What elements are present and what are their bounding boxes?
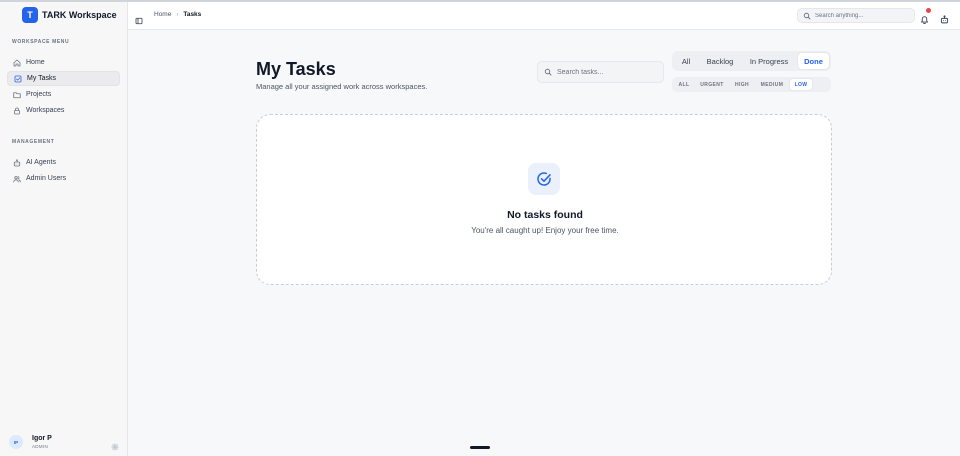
lock-icon: [13, 107, 21, 115]
tab-priority-urgent[interactable]: URGENT: [695, 78, 729, 91]
gear-icon[interactable]: [111, 438, 119, 451]
sidebar-item-ai-agents[interactable]: AI Agents: [7, 155, 120, 170]
sidebar-toggle-icon[interactable]: [135, 12, 143, 25]
user-profile[interactable]: IP Igor P ADMIN: [9, 432, 121, 452]
top-header: Home › Tasks: [128, 2, 960, 30]
user-role: ADMIN: [32, 444, 48, 449]
empty-state-title: No tasks found: [507, 209, 583, 221]
notification-bell-icon[interactable]: [920, 8, 931, 25]
sidebar-item-label: My Tasks: [27, 75, 57, 82]
tab-status-done[interactable]: Done: [797, 52, 830, 70]
sidebar-item-admin-users[interactable]: Admin Users: [7, 171, 120, 186]
sidebar-item-workspaces[interactable]: Workspaces: [7, 103, 120, 118]
empty-state-icon-container: [528, 163, 560, 195]
management-label: MANAGEMENT: [12, 139, 55, 145]
breadcrumb: Home › Tasks: [154, 11, 201, 18]
breadcrumb-separator: ›: [176, 11, 179, 18]
tab-status-all[interactable]: All: [673, 52, 699, 70]
search-icon: [544, 68, 552, 76]
check-circle-icon: [537, 172, 551, 186]
global-search[interactable]: [797, 8, 915, 23]
sidebar-item-home[interactable]: Home: [7, 55, 120, 70]
page-title: My Tasks: [256, 59, 336, 79]
sidebar-item-my-tasks[interactable]: My Tasks: [7, 71, 120, 86]
sidebar-item-label: AI Agents: [26, 159, 56, 166]
task-search[interactable]: [537, 61, 664, 83]
avatar: IP: [9, 435, 23, 449]
page-subtitle: Manage all your assigned work across wor…: [256, 82, 428, 91]
notification-dot: [926, 8, 931, 13]
checkbox-icon: [14, 75, 22, 83]
tab-status-in-progress[interactable]: In Progress: [741, 52, 797, 70]
tab-priority-all[interactable]: ALL: [673, 78, 695, 91]
sidebar-item-label: Workspaces: [26, 107, 65, 114]
sidebar-item-label: Admin Users: [26, 175, 67, 182]
home-indicator: [470, 446, 490, 449]
tab-priority-medium[interactable]: MEDIUM: [755, 78, 789, 91]
status-filter-tabs: All Backlog In Progress Done: [672, 51, 831, 71]
folder-icon: [13, 91, 21, 99]
empty-state-message: You're all caught up! Enjoy your free ti…: [471, 226, 619, 235]
sidebar-item-projects[interactable]: Projects: [7, 87, 120, 102]
home-icon: [13, 59, 21, 67]
global-search-input[interactable]: [815, 12, 910, 19]
breadcrumb-current: Tasks: [183, 11, 202, 18]
empty-state-card: No tasks found You're all caught up! Enj…: [256, 114, 832, 285]
assistant-bot-icon[interactable]: [940, 11, 949, 24]
workspace-menu-label: WORKSPACE MENU: [12, 39, 70, 45]
brand[interactable]: T TARK Workspace: [22, 6, 117, 24]
app-logo: T: [22, 7, 38, 23]
user-name: Igor P: [32, 435, 52, 442]
app-name: TARK Workspace: [42, 10, 117, 20]
priority-filter-tabs: ALL URGENT HIGH MEDIUM LOW: [672, 77, 831, 92]
bot-icon: [13, 158, 21, 167]
users-icon: [13, 175, 21, 183]
search-icon: [803, 12, 811, 19]
sidebar: T TARK Workspace WORKSPACE MENU Home My …: [0, 2, 128, 456]
task-search-input[interactable]: [557, 68, 657, 76]
breadcrumb-home[interactable]: Home: [154, 11, 171, 18]
sidebar-item-label: Projects: [26, 91, 52, 98]
sidebar-item-label: Home: [26, 59, 45, 66]
tab-priority-high[interactable]: HIGH: [729, 78, 755, 91]
tab-priority-low[interactable]: LOW: [789, 78, 813, 91]
tab-status-backlog[interactable]: Backlog: [699, 52, 741, 70]
